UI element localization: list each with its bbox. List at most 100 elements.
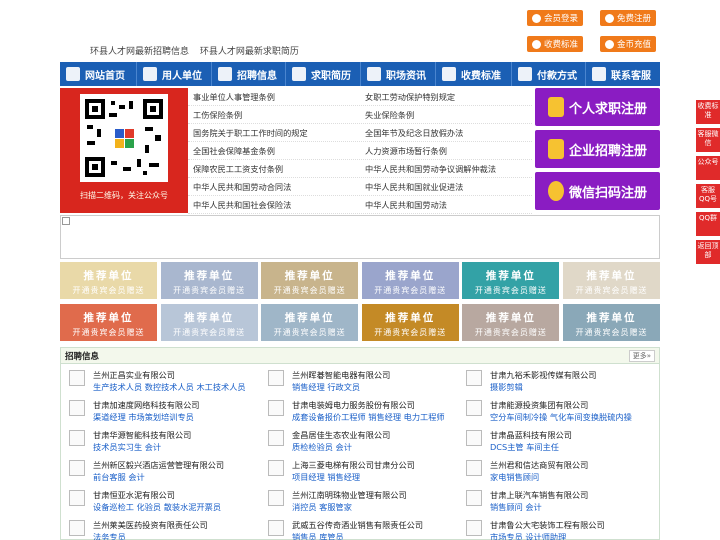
jobseeker-register-button[interactable]: 个人求职注册 — [535, 88, 660, 126]
regulation-link[interactable]: 国务院关于职工工作时间的规定 — [188, 124, 360, 141]
company-name[interactable]: 兰州江南明珠物业管理有限公司 — [292, 489, 407, 501]
company-name[interactable]: 武威五谷传奇酒业销售有限责任公司 — [292, 519, 423, 531]
regulation-link[interactable]: 中华人民共和国社会保险法 — [188, 196, 360, 213]
job-positions[interactable]: 法务专员 — [93, 531, 126, 540]
job-positions[interactable]: 成套设备报价工程师 销售经理 电力工程师 — [292, 411, 445, 423]
recommended-unit-tile[interactable]: 推荐单位 开通贵宾会员赠送 — [563, 262, 660, 299]
company-logo[interactable] — [268, 520, 284, 536]
company-logo[interactable] — [268, 370, 284, 386]
company-name[interactable]: 兰州晖碁智能电器有限公司 — [292, 369, 390, 381]
job-positions[interactable]: 空分车间制冷操 气化车间变换脱硫内操 — [490, 411, 632, 423]
company-name[interactable]: 甘肃加速度网络科技有限公司 — [93, 399, 199, 411]
company-logo[interactable] — [69, 370, 85, 386]
job-positions[interactable]: 摄影剪辑 — [490, 381, 523, 393]
regulation-link[interactable]: 全国年节及纪念日放假办法 — [360, 124, 532, 141]
employer-register-button[interactable]: 企业招聘注册 — [535, 130, 660, 168]
company-logo[interactable] — [466, 520, 482, 536]
free-register-button[interactable]: 免费注册 — [600, 10, 656, 26]
side-tab[interactable]: 返回顶部 — [696, 240, 720, 264]
company-logo[interactable] — [466, 430, 482, 446]
banner-image[interactable] — [60, 215, 660, 259]
company-logo[interactable] — [69, 460, 85, 476]
wechat-register-button[interactable]: 微信扫码注册 — [535, 172, 660, 210]
company-logo[interactable] — [69, 400, 85, 416]
company-name[interactable]: 兰州莱美医药投资有限责任公司 — [93, 519, 208, 531]
job-positions[interactable]: 家电销售顾问 — [490, 471, 539, 483]
pricing-button[interactable]: 收费标准 — [527, 36, 583, 52]
company-name[interactable]: 甘肃鲁公大宅装饰工程有限公司 — [490, 519, 605, 531]
regulation-link[interactable]: 女职工劳动保护特别规定 — [360, 88, 532, 105]
regulation-link[interactable]: 工伤保险条例 — [188, 106, 360, 123]
recommended-unit-tile[interactable]: 推荐单位 开通贵宾会员赠送 — [563, 304, 660, 341]
side-tab[interactable]: 公众号 — [696, 156, 720, 180]
nav-contact[interactable]: 联系客服 — [586, 62, 660, 86]
company-name[interactable]: 甘肃九裕禾影视传媒有限公司 — [490, 369, 596, 381]
company-logo[interactable] — [69, 490, 85, 506]
recommended-unit-tile[interactable]: 推荐单位 开通贵宾会员赠送 — [462, 262, 560, 299]
job-positions[interactable]: 市场专员 设计师助理 — [490, 531, 566, 540]
job-positions[interactable]: 渠道经理 市场策划培训专员 — [93, 411, 194, 423]
company-logo[interactable] — [69, 430, 85, 446]
regulation-link[interactable]: 保障农民工工资支付条例 — [188, 160, 360, 177]
side-tab[interactable]: 客服微信 — [696, 128, 720, 152]
regulation-link[interactable]: 中华人民共和国劳动争议调解仲裁法 — [360, 160, 532, 177]
side-tab[interactable]: 客服QQ号 — [696, 184, 720, 208]
regulation-link[interactable]: 中华人民共和国劳动法 — [360, 196, 532, 213]
recommended-unit-tile[interactable]: 推荐单位 开通贵宾会员赠送 — [361, 304, 459, 341]
job-positions[interactable]: 消控员 客服管家 — [292, 501, 352, 513]
recommended-unit-tile[interactable]: 推荐单位 开通贵宾会员赠送 — [261, 304, 359, 341]
company-logo[interactable] — [268, 490, 284, 506]
recommended-unit-tile[interactable]: 推荐单位 开通贵宾会员赠送 — [160, 304, 258, 341]
side-tab[interactable]: 收费标准 — [696, 100, 720, 124]
nav-home[interactable]: 网站首页 — [60, 62, 137, 86]
company-logo[interactable] — [268, 430, 284, 446]
regulation-link[interactable]: 事业单位人事管理条例 — [188, 88, 360, 105]
job-positions[interactable]: DCS主管 车间主任 — [490, 441, 559, 453]
company-logo[interactable] — [268, 400, 284, 416]
recommended-unit-tile[interactable]: 推荐单位 开通贵宾会员赠送 — [261, 262, 359, 299]
regulation-link[interactable]: 中华人民共和国就业促进法 — [360, 178, 532, 195]
latest-resumes-link[interactable]: 环县人才网最新求职简历 — [200, 47, 299, 57]
recommended-unit-tile[interactable]: 推荐单位 开通贵宾会员赠送 — [60, 262, 157, 299]
company-name[interactable]: 甘肃能源投资集团有限公司 — [490, 399, 588, 411]
job-positions[interactable]: 项目经理 销售经理 — [292, 471, 360, 483]
company-name[interactable]: 甘肃晶蓝科技有限公司 — [490, 429, 572, 441]
nav-jobs[interactable]: 招聘信息 — [212, 62, 286, 86]
more-link[interactable]: 更多» — [628, 349, 655, 362]
regulation-link[interactable]: 中华人民共和国劳动合同法 — [188, 178, 360, 195]
job-positions[interactable]: 生产技术人员 数控技术人员 木工技术人员 — [93, 381, 246, 393]
recommended-unit-tile[interactable]: 推荐单位 开通贵宾会员赠送 — [160, 262, 258, 299]
company-logo[interactable] — [466, 370, 482, 386]
company-name[interactable]: 兰州君和信达商贸有限公司 — [490, 459, 588, 471]
job-positions[interactable]: 销售顾问 会计 — [490, 501, 542, 513]
company-logo[interactable] — [69, 520, 85, 536]
company-name[interactable]: 甘肃电装姆电力服务股份有限公司 — [292, 399, 415, 411]
recharge-button[interactable]: 金币充值 — [600, 36, 656, 52]
nav-resumes[interactable]: 求职简历 — [286, 62, 361, 86]
nav-news[interactable]: 职场资讯 — [361, 62, 436, 86]
company-name[interactable]: 甘肃上联汽车销售有限公司 — [490, 489, 588, 501]
job-positions[interactable]: 技术员实习生 会计 — [93, 441, 161, 453]
nav-payment[interactable]: 付款方式 — [512, 62, 586, 86]
company-name[interactable]: 甘肃恒亚水泥有限公司 — [93, 489, 175, 501]
job-positions[interactable]: 质检检验员 会计 — [292, 441, 352, 453]
company-logo[interactable] — [466, 400, 482, 416]
recommended-unit-tile[interactable]: 推荐单位 开通贵宾会员赠送 — [462, 304, 560, 341]
regulation-link[interactable]: 失业保险条例 — [360, 106, 532, 123]
job-positions[interactable]: 销售经理 行政文员 — [292, 381, 360, 393]
company-logo[interactable] — [466, 490, 482, 506]
nav-employers[interactable]: 用人单位 — [137, 62, 212, 86]
regulation-link[interactable]: 人力资源市场暂行条例 — [360, 142, 532, 159]
recommended-unit-tile[interactable]: 推荐单位 开通贵宾会员赠送 — [361, 262, 459, 299]
company-logo[interactable] — [268, 460, 284, 476]
job-positions[interactable]: 销售员 库管员 — [292, 531, 344, 540]
company-name[interactable]: 上海三菱电梯有限公司甘肃分公司 — [292, 459, 415, 471]
job-positions[interactable]: 设备巡检工 化验员 散装水泥开票员 — [93, 501, 221, 513]
side-tab[interactable]: QQ群 — [696, 212, 720, 236]
company-name[interactable]: 甘肃华源智能科技有限公司 — [93, 429, 191, 441]
company-name[interactable]: 兰州新区毅兴酒店运营管理有限公司 — [93, 459, 224, 471]
nav-pricing[interactable]: 收费标准 — [436, 62, 512, 86]
latest-jobs-link[interactable]: 环县人才网最新招聘信息 — [90, 47, 189, 57]
recommended-unit-tile[interactable]: 推荐单位 开通贵宾会员赠送 — [60, 304, 157, 341]
regulation-link[interactable]: 全国社会保障基金条例 — [188, 142, 360, 159]
